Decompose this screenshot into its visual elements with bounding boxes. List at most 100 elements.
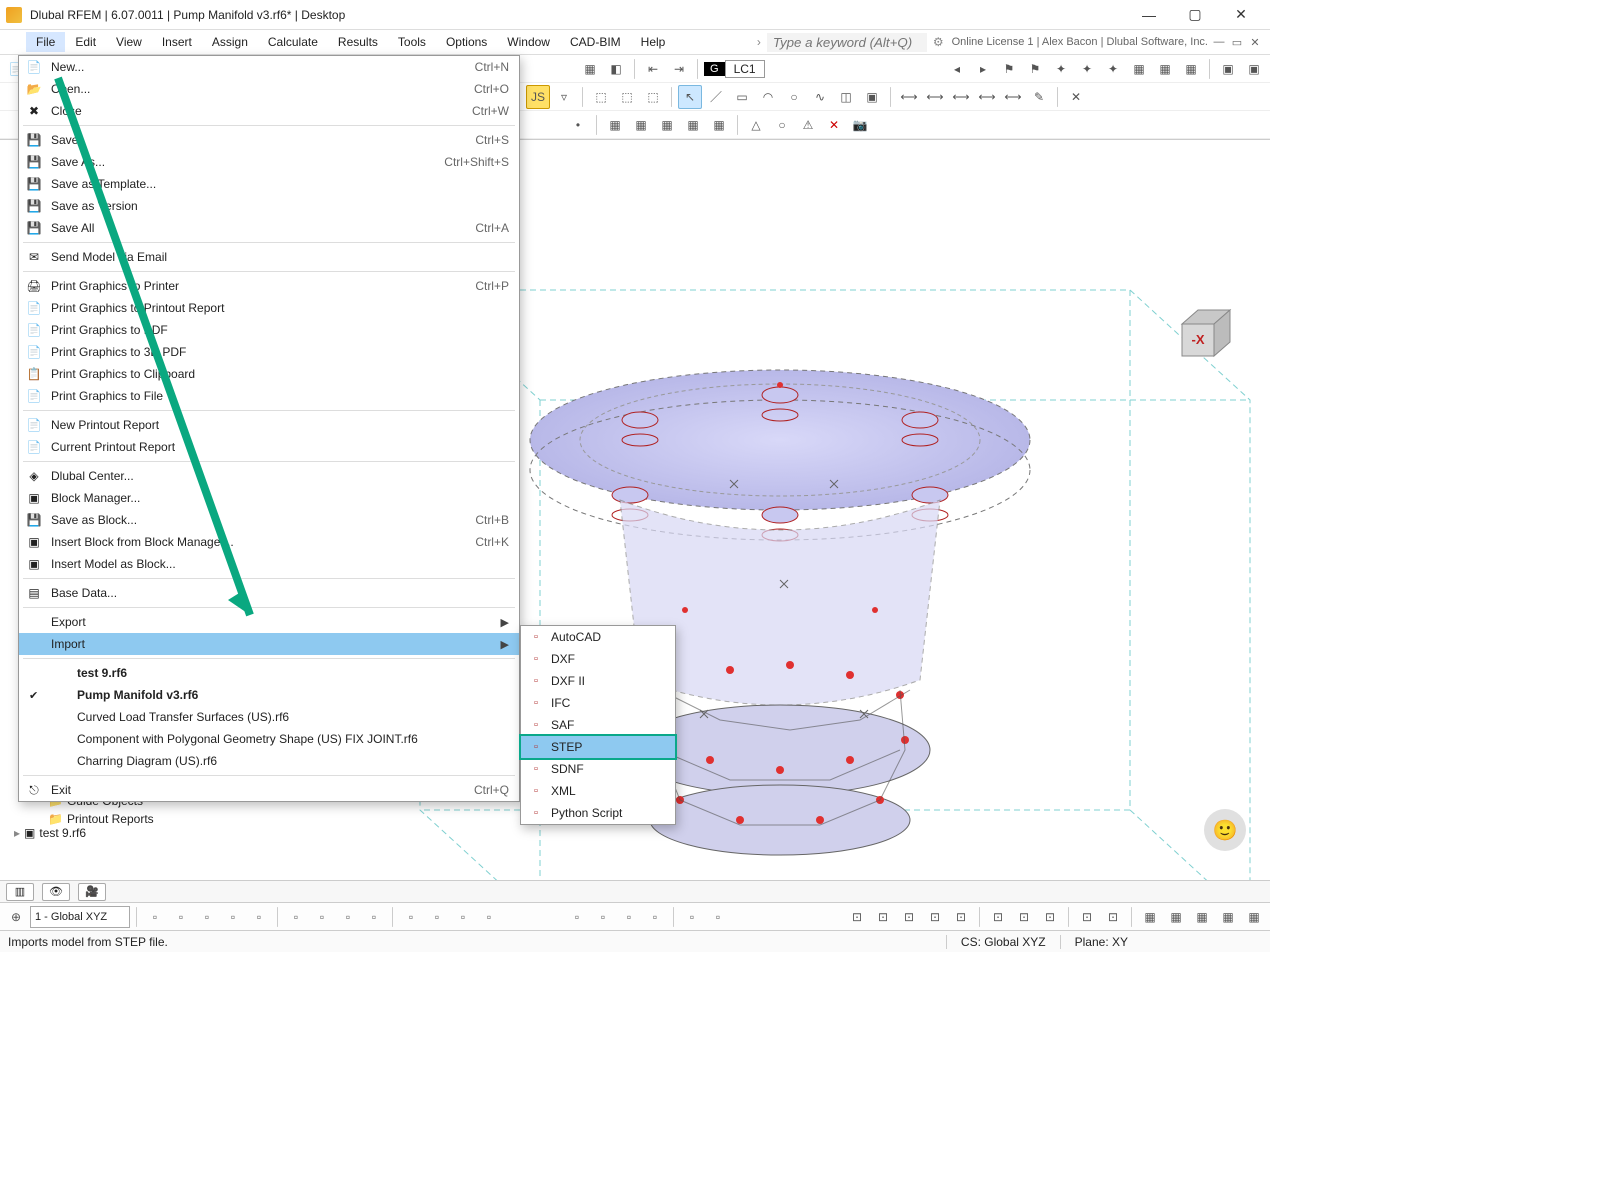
tb-dim2-icon[interactable]: ⟷: [923, 85, 947, 109]
file-menu-item[interactable]: 📄Print Graphics to PDF: [19, 319, 519, 341]
bt-14-icon[interactable]: ▫: [565, 905, 589, 929]
tb-cursor-icon[interactable]: ↖: [678, 85, 702, 109]
bt-8-icon[interactable]: ▫: [336, 905, 360, 929]
file-menu-item[interactable]: Export▶: [19, 611, 519, 633]
tb-camera-icon[interactable]: 📷: [848, 113, 872, 137]
file-menu-item[interactable]: 📋Print Graphics to Clipboard: [19, 363, 519, 385]
mdi-minimize-button[interactable]: —: [1212, 35, 1226, 49]
file-menu-item[interactable]: 🖨Print Graphics to PrinterCtrl+P: [19, 275, 519, 297]
file-menu-item[interactable]: 💾Save AllCtrl+A: [19, 217, 519, 239]
tb-visibility-icon[interactable]: ◧: [604, 57, 628, 81]
bt-cs-icon[interactable]: ⊕: [4, 905, 28, 929]
menu-cadbim[interactable]: CAD-BIM: [560, 32, 631, 52]
tb-grid4-icon[interactable]: ▦: [681, 113, 705, 137]
tb-dim4-icon[interactable]: ⟷: [975, 85, 999, 109]
bt-7-icon[interactable]: ▫: [310, 905, 334, 929]
bt-1-icon[interactable]: ▫: [143, 905, 167, 929]
import-submenu-item[interactable]: ▫STEP: [521, 736, 675, 758]
menu-edit[interactable]: Edit: [65, 32, 106, 52]
file-menu-item[interactable]: Charring Diagram (US).rf6: [19, 750, 519, 772]
file-menu-item[interactable]: 💾Save as Version: [19, 195, 519, 217]
minimize-button[interactable]: —: [1126, 0, 1172, 30]
tb-misc5-icon[interactable]: ▦: [1153, 57, 1177, 81]
tb-grid3-icon[interactable]: ▦: [655, 113, 679, 137]
menu-help[interactable]: Help: [631, 32, 676, 52]
file-menu-item[interactable]: 📂Open...Ctrl+O: [19, 78, 519, 100]
bt-12-icon[interactable]: ▫: [451, 905, 475, 929]
bt-10-icon[interactable]: ▫: [399, 905, 423, 929]
import-submenu-item[interactable]: ▫SAF: [521, 714, 675, 736]
menu-options[interactable]: Options: [436, 32, 497, 52]
import-submenu-item[interactable]: ▫DXF II: [521, 670, 675, 692]
mdi-close-button[interactable]: ✕: [1248, 35, 1262, 49]
file-menu-item[interactable]: ▣Block Manager...: [19, 487, 519, 509]
bt-13-icon[interactable]: ▫: [477, 905, 501, 929]
file-menu-item[interactable]: 📄Print Graphics to Printout Report: [19, 297, 519, 319]
mdi-restore-button[interactable]: ▭: [1230, 35, 1244, 49]
tb-layers-icon[interactable]: ▦: [578, 57, 602, 81]
file-menu-item[interactable]: 📄New...Ctrl+N: [19, 56, 519, 78]
tb-delete-icon[interactable]: ✕: [1064, 85, 1088, 109]
tb-misc6-icon[interactable]: ▦: [1179, 57, 1203, 81]
settings-icon[interactable]: ⚙: [933, 35, 944, 49]
bt-snap7-icon[interactable]: ⊡: [1012, 905, 1036, 929]
menu-window[interactable]: Window: [497, 32, 560, 52]
tb-select3-icon[interactable]: ⬚: [641, 85, 665, 109]
import-submenu-item[interactable]: ▫SDNF: [521, 758, 675, 780]
view-cube[interactable]: -X: [1170, 300, 1242, 372]
bt-snap8-icon[interactable]: ⊡: [1038, 905, 1062, 929]
menu-view[interactable]: View: [106, 32, 152, 52]
viewbar-sheet-icon[interactable]: ▥: [6, 883, 34, 901]
tb-arc-icon[interactable]: ◠: [756, 85, 780, 109]
tb-circle-icon[interactable]: ○: [782, 85, 806, 109]
file-menu-item[interactable]: 💾Save as Block...Ctrl+B: [19, 509, 519, 531]
tb-misc2-icon[interactable]: ✦: [1075, 57, 1099, 81]
tb-highlighted-tool-icon[interactable]: JS: [526, 85, 550, 109]
bt-snap10-icon[interactable]: ⊡: [1101, 905, 1125, 929]
menu-insert[interactable]: Insert: [152, 32, 202, 52]
tb-end1-icon[interactable]: ▣: [1216, 57, 1240, 81]
file-menu-item[interactable]: 📄New Printout Report: [19, 414, 519, 436]
bt-4-icon[interactable]: ▫: [221, 905, 245, 929]
file-menu-item[interactable]: ▤Base Data...: [19, 582, 519, 604]
bt-snap5-icon[interactable]: ⊡: [949, 905, 973, 929]
bt-2-icon[interactable]: ▫: [169, 905, 193, 929]
file-menu-item[interactable]: ✖CloseCtrl+W: [19, 100, 519, 122]
file-menu-item[interactable]: 📄Print Graphics to 3D PDF: [19, 341, 519, 363]
file-menu-item[interactable]: ✉Send Model via Email: [19, 246, 519, 268]
tb-misc4-icon[interactable]: ▦: [1127, 57, 1151, 81]
file-menu-item[interactable]: 📄Print Graphics to File: [19, 385, 519, 407]
tb-line-icon[interactable]: ／: [704, 85, 728, 109]
menu-results[interactable]: Results: [328, 32, 388, 52]
file-menu-item[interactable]: ◈Dlubal Center...: [19, 465, 519, 487]
tb-filter-icon[interactable]: ▿: [552, 85, 576, 109]
bt-5-icon[interactable]: ▫: [247, 905, 271, 929]
bt-snap9-icon[interactable]: ⊡: [1075, 905, 1099, 929]
tb-end2-icon[interactable]: ▣: [1242, 57, 1266, 81]
bt-snap3-icon[interactable]: ⊡: [897, 905, 921, 929]
tb-err-icon[interactable]: ✕: [822, 113, 846, 137]
file-menu-item[interactable]: Import▶: [19, 633, 519, 655]
tb-flag1-icon[interactable]: ⚑: [997, 57, 1021, 81]
bt-18-icon[interactable]: ▫: [680, 905, 704, 929]
bt-snap1-icon[interactable]: ⊡: [845, 905, 869, 929]
bt-6-icon[interactable]: ▫: [284, 905, 308, 929]
close-button[interactable]: ✕: [1218, 0, 1264, 30]
bt-9-icon[interactable]: ▫: [362, 905, 386, 929]
bt-snap2-icon[interactable]: ⊡: [871, 905, 895, 929]
tb-extrude-icon[interactable]: ◫: [834, 85, 858, 109]
file-menu-item[interactable]: 💾SaveCtrl+S: [19, 129, 519, 151]
assistant-avatar[interactable]: 🙂: [1204, 809, 1246, 851]
bt-grid3-icon[interactable]: ▦: [1190, 905, 1214, 929]
file-menu-item[interactable]: ▣Insert Block from Block Manager...Ctrl+…: [19, 531, 519, 553]
tb-note-icon[interactable]: ✎: [1027, 85, 1051, 109]
import-submenu-item[interactable]: ▫Python Script: [521, 802, 675, 824]
bt-15-icon[interactable]: ▫: [591, 905, 615, 929]
viewbar-camera-icon[interactable]: 🎥: [78, 883, 106, 901]
bt-16-icon[interactable]: ▫: [617, 905, 641, 929]
menu-tools[interactable]: Tools: [388, 32, 436, 52]
file-menu-item[interactable]: test 9.rf6: [19, 662, 519, 684]
tb-node-icon[interactable]: •: [566, 113, 590, 137]
tb-spline-icon[interactable]: ∿: [808, 85, 832, 109]
bt-11-icon[interactable]: ▫: [425, 905, 449, 929]
